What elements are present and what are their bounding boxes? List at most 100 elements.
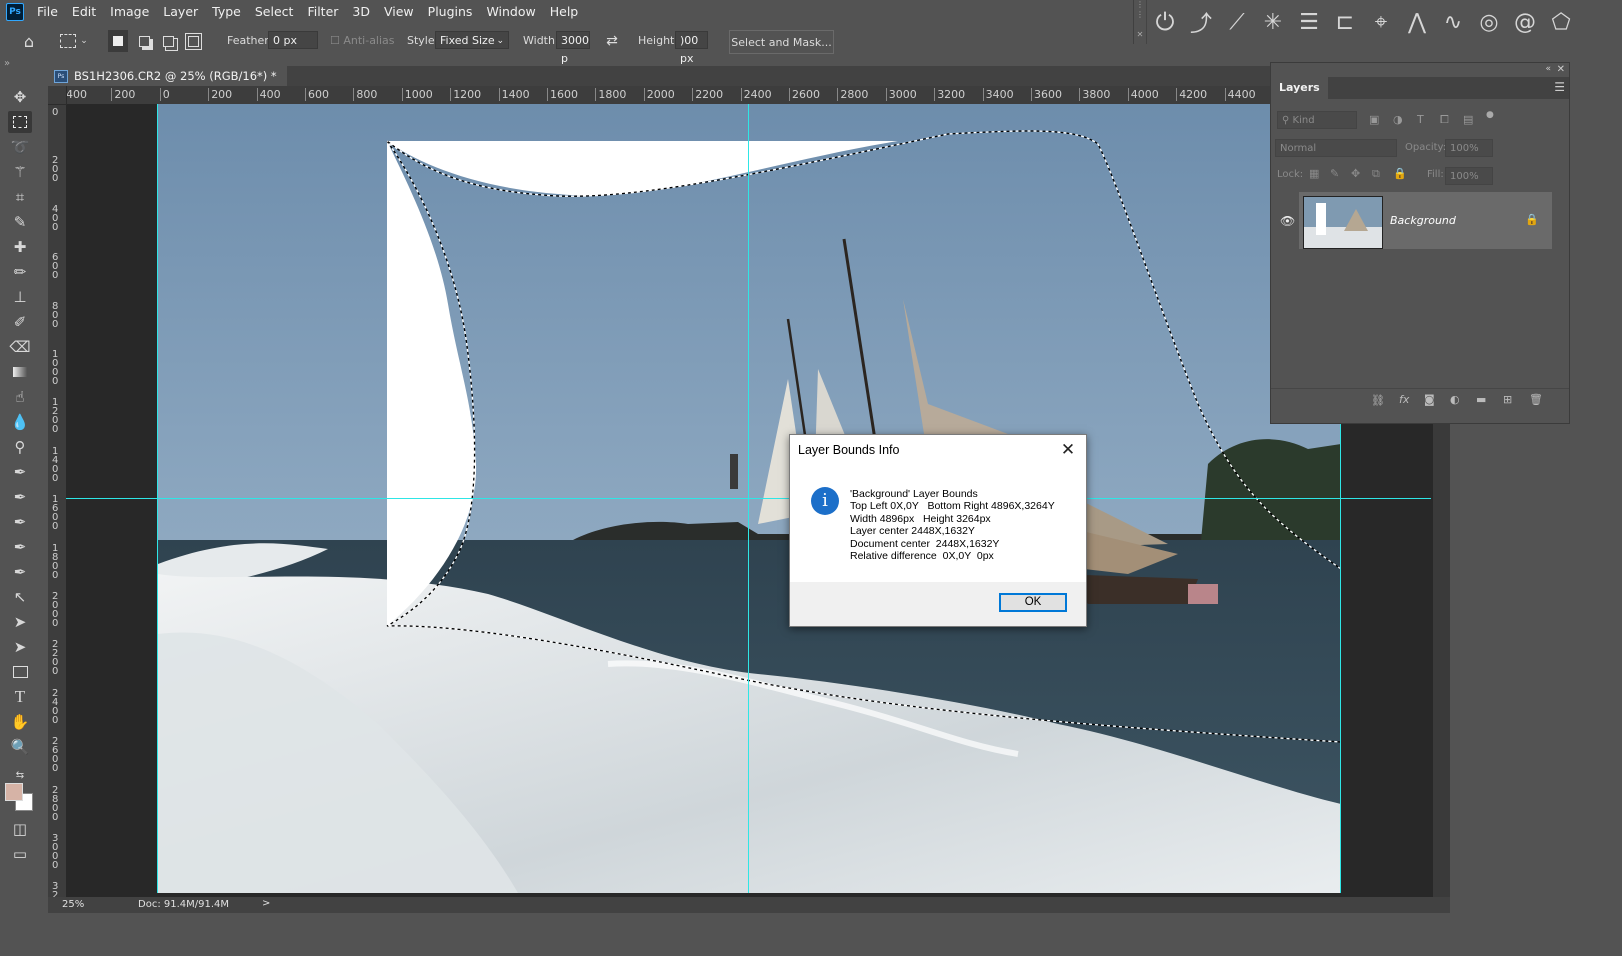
filter-pixel-icon[interactable]: ▣ (1369, 113, 1379, 126)
type-tool-icon[interactable]: T (8, 686, 32, 708)
blend-mode-select[interactable]: Normal (1275, 139, 1397, 157)
eyedropper-icon[interactable]: ✎ (8, 211, 32, 233)
new-group-icon[interactable]: ▬ (1476, 393, 1486, 406)
gradient-icon[interactable] (8, 361, 32, 383)
new-selection-icon[interactable] (108, 30, 128, 52)
ruler-origin[interactable] (48, 86, 67, 105)
magic-wand-icon[interactable]: ⚚ (8, 161, 32, 183)
filter-type-icon[interactable]: T (1417, 113, 1424, 126)
delete-layer-icon[interactable]: 🗑 (1529, 393, 1543, 406)
toolbar-grip-icon[interactable]: ⋮ ⋮ ✕ (1134, 0, 1147, 44)
close-panel-icon[interactable]: ✕ (1557, 64, 1565, 75)
pointer-icon[interactable]: ➤ (8, 636, 32, 658)
clone-stamp-icon[interactable]: ⊥ (8, 286, 32, 308)
layer-row-background[interactable]: Background 🔒 (1299, 192, 1552, 249)
visibility-eye-icon[interactable]: 👁 (1280, 214, 1295, 228)
rectangle-tool-icon[interactable] (8, 661, 32, 683)
add-selection-icon[interactable] (134, 30, 154, 52)
brush-tool-icon[interactable]: ✏ (8, 261, 32, 283)
feather-input[interactable]: 0 px (268, 31, 318, 49)
quick-mask-icon[interactable]: ◫ (8, 818, 32, 840)
convert-point-icon[interactable]: ✒ (8, 561, 32, 583)
lock-position-icon[interactable]: ✥ (1351, 167, 1360, 180)
antialias-checkbox[interactable]: ☐ Anti-alias (330, 34, 395, 47)
filter-shape-icon[interactable]: ⧠ (1440, 113, 1449, 127)
zoom-level[interactable]: 25% (62, 899, 84, 910)
shape-icon[interactable]: ⬠ (1543, 10, 1579, 35)
expand-icon[interactable]: » (4, 58, 10, 69)
menu-layer[interactable]: Layer (156, 0, 205, 24)
lines-icon[interactable]: ☰ (1291, 10, 1327, 35)
power-icon[interactable]: ⏻ (1147, 8, 1183, 36)
swap-dimensions-icon[interactable]: ⇄ (602, 30, 622, 52)
pen-tool-icon[interactable]: ✒ (8, 461, 32, 483)
filter-toggle-icon[interactable]: ● (1486, 110, 1494, 120)
menu-filter[interactable]: Filter (300, 0, 345, 24)
height-input[interactable]: )00 px (675, 31, 708, 65)
kind-filter-select[interactable]: ⚲ Kind (1277, 111, 1357, 129)
direct-select-icon[interactable]: ➤ (8, 611, 32, 633)
collapse-panel-icon[interactable]: « (1545, 64, 1551, 74)
marquee-preset-picker[interactable]: ⌄ (56, 30, 92, 52)
zoom-tool-icon[interactable]: 🔍 (8, 736, 32, 758)
history-brush-icon[interactable]: ✐ (8, 311, 32, 333)
menu-file[interactable]: File (30, 0, 65, 24)
menu-3d[interactable]: 3D (345, 0, 377, 24)
panel-menu-icon[interactable]: ☰ (1554, 80, 1565, 94)
new-layer-icon[interactable]: ⊞ (1503, 393, 1512, 406)
frame-icon[interactable]: ⊏ (1327, 10, 1363, 35)
intersect-selection-icon[interactable] (183, 30, 203, 52)
close-icon[interactable]: ✕ (1058, 439, 1078, 461)
document-tab[interactable]: Ps BS1H2306.CR2 @ 25% (RGB/16*) * (48, 66, 287, 86)
bend-tool-icon[interactable]: ⤴ (1183, 6, 1219, 38)
eraser-icon[interactable]: ⌫ (8, 336, 32, 358)
menu-edit[interactable]: Edit (65, 0, 103, 24)
hand-tool-icon[interactable]: ✋ (8, 711, 32, 733)
dodge-tool-icon[interactable]: 💧 (8, 411, 32, 433)
angle-icon[interactable]: ⋀ (1399, 10, 1435, 35)
healing-brush-icon[interactable]: ✚ (8, 236, 32, 258)
smudge-icon[interactable]: ⚲ (8, 436, 32, 458)
filter-adjustment-icon[interactable]: ◑ (1393, 113, 1403, 126)
blur-tool-icon[interactable]: ☝ (8, 386, 32, 408)
opacity-input[interactable]: 100% (1445, 139, 1493, 157)
status-menu-arrow[interactable]: > (262, 898, 270, 909)
menu-view[interactable]: View (377, 0, 421, 24)
menu-help[interactable]: Help (543, 0, 586, 24)
marquee-tool-icon[interactable] (8, 111, 32, 133)
select-and-mask-button[interactable]: Select and Mask... (729, 30, 834, 54)
line-tool-icon[interactable]: ⟋ (1219, 10, 1255, 35)
curvature-pen-icon[interactable]: ✒ (8, 511, 32, 533)
horizontal-ruler[interactable]: 400 200 0 200 400 600 800 1000 1200 1400 1600 1800 2… (48, 86, 1468, 105)
move-tool-icon[interactable]: ✥ (8, 86, 32, 108)
width-input[interactable]: 3000 p (556, 31, 590, 65)
grid-warp-icon[interactable]: ⌖ (1363, 10, 1399, 35)
vertical-scrollbar[interactable] (1433, 420, 1450, 897)
path-select-icon[interactable]: ↖ (8, 586, 32, 608)
freeform-pen-icon[interactable]: ✒ (8, 486, 32, 508)
foreground-color-swatch[interactable] (5, 783, 23, 801)
lock-image-icon[interactable]: ✎ (1330, 167, 1339, 180)
fill-input[interactable]: 100% (1445, 167, 1493, 185)
link-layers-icon[interactable]: ⛓ (1371, 394, 1385, 407)
menu-image[interactable]: Image (103, 0, 156, 24)
filter-smart-icon[interactable]: ▤ (1463, 113, 1473, 126)
add-mask-icon[interactable]: ◙ (1424, 393, 1435, 406)
ok-button[interactable]: OK (999, 593, 1067, 612)
lasso-tool-icon[interactable]: ➰ (8, 136, 32, 158)
lock-all-icon[interactable]: 🔒 (1393, 167, 1407, 180)
menu-window[interactable]: Window (479, 0, 542, 24)
lock-artboard-icon[interactable]: ⧉ (1372, 167, 1380, 181)
screen-mode-icon[interactable]: ▭ (8, 843, 32, 865)
home-icon[interactable]: ⌂ (18, 30, 40, 52)
menu-select[interactable]: Select (248, 0, 301, 24)
style-select[interactable]: Fixed Size ⌄ (435, 31, 509, 49)
layers-tab[interactable]: Layers (1271, 77, 1328, 99)
spiral-2-icon[interactable]: @ (1507, 10, 1543, 35)
adjustment-layer-icon[interactable]: ◐ (1450, 393, 1460, 406)
add-anchor-icon[interactable]: ✒ (8, 536, 32, 558)
guide-horizontal-center[interactable] (66, 498, 1431, 499)
menu-plugins[interactable]: Plugins (421, 0, 480, 24)
subtract-selection-icon[interactable] (158, 30, 178, 52)
menu-type[interactable]: Type (205, 0, 248, 24)
